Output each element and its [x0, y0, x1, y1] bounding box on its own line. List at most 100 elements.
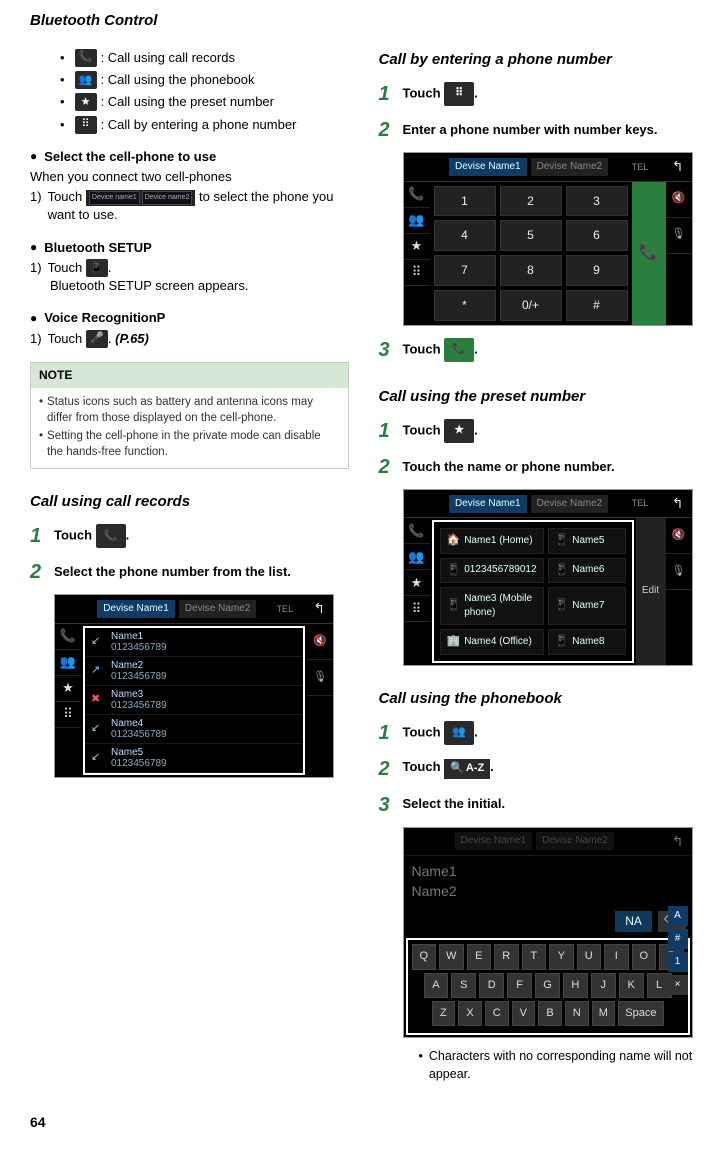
kbd-side-key[interactable]: #: [668, 929, 688, 949]
sidebar-call-icon[interactable]: 📞: [55, 624, 81, 650]
preset-cell[interactable]: 📱Name8: [548, 629, 626, 654]
select-phone-intro: When you connect two cell-phones: [30, 168, 349, 186]
preset-cell[interactable]: 📱Name3 (Mobile phone): [440, 587, 544, 625]
sidebar-phonebook-icon[interactable]: 👥: [55, 650, 81, 676]
voice-icon[interactable]: 🎤: [86, 330, 108, 348]
record-row[interactable]: ↙Name40123456789: [85, 715, 303, 744]
kbd-key[interactable]: V: [512, 1001, 536, 1026]
dial-key[interactable]: 7: [434, 255, 496, 286]
kbd-key[interactable]: R: [494, 944, 519, 969]
back-icon[interactable]: [313, 599, 325, 619]
record-row[interactable]: ↙Name10123456789: [85, 628, 303, 657]
kbd-key[interactable]: O: [632, 944, 657, 969]
dial-key[interactable]: 0/+: [500, 290, 562, 321]
sidebar-phonebook-icon[interactable]: 👥: [404, 544, 430, 570]
kbd-key[interactable]: M: [592, 1001, 616, 1026]
dial-key[interactable]: 1: [434, 186, 496, 217]
kbd-key[interactable]: A: [424, 973, 449, 998]
back-icon[interactable]: [672, 494, 684, 514]
dial-key[interactable]: 4: [434, 220, 496, 251]
dial-key[interactable]: #: [566, 290, 628, 321]
select-phone-heading: Select the cell-phone to use: [30, 148, 349, 166]
kbd-key[interactable]: K: [619, 973, 644, 998]
echo-icon[interactable]: 🔇: [666, 518, 692, 554]
sidebar-call-icon[interactable]: 📞: [404, 182, 430, 208]
dial-key[interactable]: 5: [500, 220, 562, 251]
dial-key[interactable]: *: [434, 290, 496, 321]
dialpad-icon[interactable]: ⠿: [444, 82, 474, 106]
kbd-close-key[interactable]: ×: [668, 975, 688, 995]
phonebook-icon[interactable]: 👥: [444, 721, 474, 745]
preset-cell[interactable]: 📱Name7: [548, 587, 626, 625]
kbd-key[interactable]: G: [535, 973, 560, 998]
phonebook-icon: 👥: [75, 71, 97, 89]
kbd-key[interactable]: S: [451, 973, 476, 998]
device-tab[interactable]: Devise Name1: [449, 158, 527, 176]
kbd-side-key[interactable]: A: [668, 906, 688, 926]
step-number: 2: [30, 558, 46, 586]
kbd-key[interactable]: E: [467, 944, 492, 969]
call-button-icon[interactable]: 📞: [444, 338, 474, 362]
kbd-space-key[interactable]: Space: [618, 1001, 663, 1026]
kbd-key[interactable]: J: [591, 973, 616, 998]
voice-control-icon[interactable]: 🎙: [666, 554, 692, 590]
dial-call-button[interactable]: 📞: [632, 182, 666, 325]
preset-star-icon[interactable]: ★: [444, 419, 474, 443]
preset-cell[interactable]: 📱Name5: [548, 528, 626, 553]
sidebar-star-icon[interactable]: ★: [55, 676, 81, 702]
preset-cell[interactable]: 🏢Name4 (Office): [440, 629, 544, 654]
device-tab[interactable]: Devise Name2: [531, 495, 609, 513]
device-tab[interactable]: Devise Name2: [531, 158, 609, 176]
preset-cell[interactable]: 🏠Name1 (Home): [440, 528, 544, 553]
device-tab[interactable]: Devise Name2: [179, 600, 257, 618]
dial-key[interactable]: 8: [500, 255, 562, 286]
kbd-key[interactable]: D: [479, 973, 504, 998]
dial-key[interactable]: 3: [566, 186, 628, 217]
kbd-key[interactable]: Q: [412, 944, 437, 969]
kbd-key[interactable]: Y: [549, 944, 574, 969]
voice-control-icon[interactable]: 🎙: [307, 660, 333, 696]
echo-icon[interactable]: 🔇: [307, 624, 333, 660]
record-row[interactable]: ↙Name50123456789: [85, 744, 303, 773]
device-tab[interactable]: Devise Name1: [97, 600, 175, 618]
device-tab[interactable]: Devise Name1: [449, 495, 527, 513]
device-name-selector[interactable]: Device name1Device name2: [86, 190, 196, 206]
dial-key[interactable]: 2: [500, 186, 562, 217]
kbd-key[interactable]: X: [458, 1001, 482, 1026]
call-records-icon[interactable]: 📞: [96, 524, 126, 548]
kbd-key[interactable]: T: [522, 944, 547, 969]
initial-input[interactable]: NA: [615, 911, 652, 932]
record-row[interactable]: ↗Name20123456789: [85, 657, 303, 686]
sidebar-dialpad-icon[interactable]: ⠿: [404, 596, 430, 622]
sidebar-star-icon[interactable]: ★: [404, 570, 430, 596]
page-title: Bluetooth Control: [30, 10, 697, 31]
kbd-key[interactable]: U: [577, 944, 602, 969]
back-icon[interactable]: [672, 157, 684, 177]
preset-cell[interactable]: 📱Name6: [548, 558, 626, 583]
sidebar-star-icon[interactable]: ★: [404, 234, 430, 260]
kbd-key[interactable]: N: [565, 1001, 589, 1026]
record-row[interactable]: ✖Name30123456789: [85, 686, 303, 715]
kbd-key[interactable]: H: [563, 973, 588, 998]
kbd-side-key[interactable]: 1: [668, 952, 688, 972]
az-search-button[interactable]: 🔍 A-Z: [444, 759, 490, 779]
sidebar-dialpad-icon[interactable]: ⠿: [404, 260, 430, 286]
setup-icon[interactable]: 📱: [86, 259, 108, 277]
list-item: 📞 : Call using call records: [60, 49, 349, 67]
dial-key[interactable]: 6: [566, 220, 628, 251]
sidebar-call-icon[interactable]: 📞: [404, 518, 430, 544]
keyboard-screenshot: Devise Name1 Devise Name2 Name1 Name2 NA…: [403, 827, 693, 1039]
kbd-key[interactable]: I: [604, 944, 629, 969]
kbd-key[interactable]: F: [507, 973, 532, 998]
preset-cell[interactable]: 📱0123456789012: [440, 558, 544, 583]
preset-edit-button[interactable]: Edit: [636, 518, 666, 664]
kbd-key[interactable]: B: [538, 1001, 562, 1026]
echo-icon[interactable]: 🔇: [666, 182, 692, 218]
dial-key[interactable]: 9: [566, 255, 628, 286]
kbd-key[interactable]: W: [439, 944, 464, 969]
kbd-key[interactable]: C: [485, 1001, 509, 1026]
sidebar-dialpad-icon[interactable]: ⠿: [55, 702, 81, 728]
kbd-key[interactable]: Z: [432, 1001, 456, 1026]
sidebar-phonebook-icon[interactable]: 👥: [404, 208, 430, 234]
voice-control-icon[interactable]: 🎙: [666, 218, 692, 254]
